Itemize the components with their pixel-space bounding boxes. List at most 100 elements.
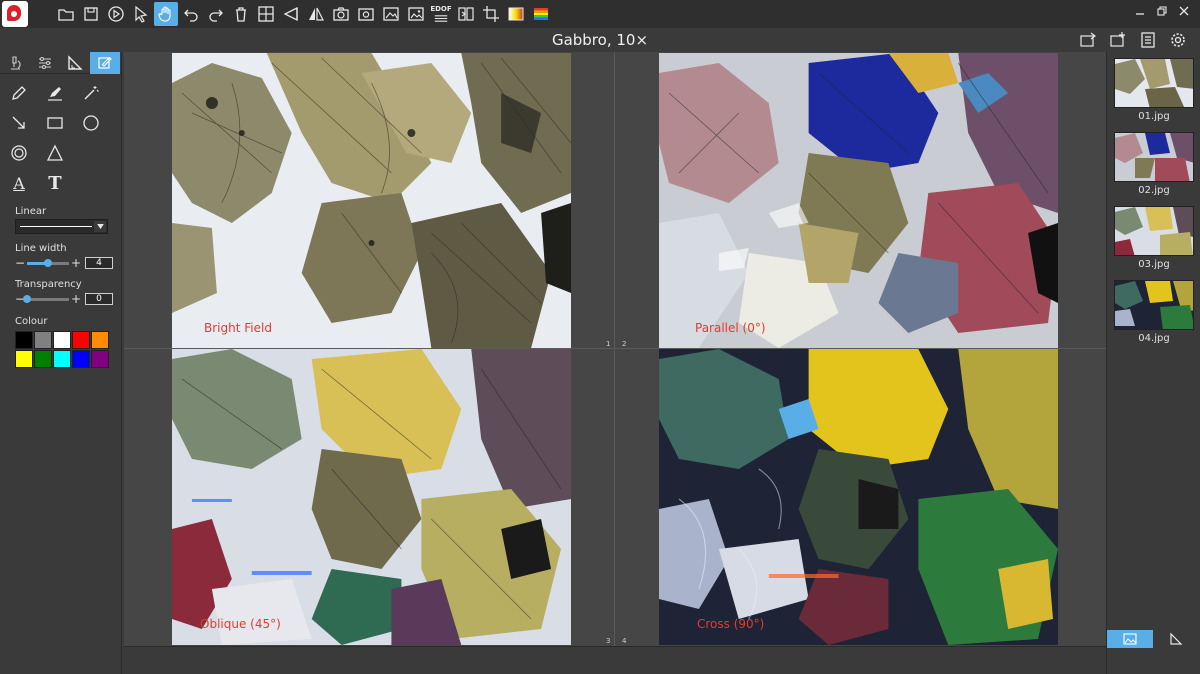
thumbnail-item[interactable]: 02.jpg bbox=[1114, 132, 1194, 196]
play-icon[interactable] bbox=[104, 2, 128, 26]
window-controls bbox=[1132, 4, 1192, 18]
title-actions bbox=[1078, 30, 1188, 50]
redo-icon[interactable] bbox=[204, 2, 228, 26]
line-width-slider[interactable] bbox=[27, 258, 69, 267]
transparency-value[interactable]: 0 bbox=[85, 293, 113, 305]
thumbnail-item[interactable]: 03.jpg bbox=[1114, 206, 1194, 270]
report-icon[interactable] bbox=[1138, 30, 1158, 50]
quadrant-label: Bright Field bbox=[204, 321, 272, 335]
colour-swatch[interactable] bbox=[15, 350, 33, 368]
undo-icon[interactable] bbox=[179, 2, 203, 26]
crop-icon[interactable] bbox=[479, 2, 503, 26]
micrograph-cross bbox=[659, 349, 1058, 645]
micrograph-oblique bbox=[172, 349, 571, 645]
text-tool-icon[interactable]: T bbox=[44, 172, 66, 194]
colour-palette bbox=[15, 331, 109, 368]
underline-text-icon[interactable]: A bbox=[8, 172, 30, 194]
micrograph-bright-field bbox=[172, 53, 571, 348]
drawing-tools: A T bbox=[0, 74, 121, 194]
line-width-knob[interactable] bbox=[44, 258, 52, 267]
rectangle-icon[interactable] bbox=[44, 112, 66, 134]
color-bars-icon[interactable] bbox=[529, 2, 553, 26]
marker-icon[interactable] bbox=[44, 82, 66, 104]
tab-annotate[interactable] bbox=[90, 52, 120, 74]
restore-icon[interactable] bbox=[1154, 4, 1170, 18]
thumbnail-item[interactable]: 04.jpg bbox=[1114, 280, 1194, 344]
tab-microscope[interactable] bbox=[0, 52, 30, 74]
thumbnail-item[interactable]: 01.jpg bbox=[1114, 58, 1194, 122]
colour-swatch[interactable] bbox=[91, 350, 109, 368]
layout-grid-icon[interactable] bbox=[254, 2, 278, 26]
image-viewer[interactable]: Bright Field Parallel (0°) Oblique (45°)… bbox=[124, 52, 1106, 646]
export-image-icon[interactable] bbox=[1078, 30, 1098, 50]
concentric-circle-icon[interactable] bbox=[8, 142, 30, 164]
magic-wand-icon[interactable] bbox=[80, 82, 102, 104]
triangle-icon[interactable] bbox=[44, 142, 66, 164]
colour-swatch[interactable] bbox=[34, 331, 52, 349]
colour-swatch[interactable] bbox=[91, 331, 109, 349]
tab-images[interactable] bbox=[1107, 630, 1153, 648]
colour-swatch[interactable] bbox=[53, 350, 71, 368]
colour-swatch[interactable] bbox=[15, 331, 33, 349]
thumbnail-caption: 04.jpg bbox=[1138, 333, 1170, 344]
settings-gear-icon[interactable] bbox=[1168, 30, 1188, 50]
line-type-select[interactable] bbox=[15, 219, 108, 234]
title-bar: Gabbro, 10× bbox=[0, 28, 1200, 52]
image-capture-icon[interactable] bbox=[379, 2, 403, 26]
transparency-increase[interactable]: + bbox=[71, 293, 81, 305]
white-balance-icon[interactable] bbox=[504, 2, 528, 26]
status-bar bbox=[124, 646, 1106, 674]
colour-label: Colour bbox=[15, 316, 48, 327]
save-image-icon[interactable] bbox=[1108, 30, 1128, 50]
delete-icon[interactable] bbox=[229, 2, 253, 26]
quadrant-oblique[interactable]: Oblique (45°) bbox=[172, 349, 571, 645]
pencil-icon[interactable] bbox=[8, 82, 30, 104]
camera-icon[interactable] bbox=[329, 2, 353, 26]
quadrant-bright-field[interactable]: Bright Field bbox=[172, 53, 571, 348]
underline-text-glyph: A bbox=[13, 173, 25, 193]
quadrant-label: Cross (90°) bbox=[697, 617, 765, 631]
thumbnail-panel: 01.jpg 02.jpg 03.jpg 04.jpg bbox=[1106, 52, 1200, 674]
save-icon[interactable] bbox=[79, 2, 103, 26]
transparency-slider[interactable] bbox=[23, 294, 69, 303]
viewer-divider-horizontal bbox=[124, 348, 1106, 349]
arrow-line-icon[interactable] bbox=[8, 112, 30, 134]
pan-hand-icon[interactable] bbox=[154, 2, 178, 26]
colour-swatch[interactable] bbox=[53, 331, 71, 349]
stitch-icon[interactable] bbox=[454, 2, 478, 26]
quadrant-parallel[interactable]: Parallel (0°) bbox=[659, 53, 1058, 348]
tab-measurements[interactable] bbox=[1153, 630, 1199, 648]
line-width-increase[interactable]: + bbox=[71, 257, 81, 269]
line-width-decrease[interactable]: − bbox=[15, 257, 25, 269]
minimize-icon[interactable] bbox=[1132, 4, 1148, 18]
gallery-icon[interactable] bbox=[404, 2, 428, 26]
thumbnail-image bbox=[1114, 280, 1194, 330]
colour-swatch[interactable] bbox=[34, 350, 52, 368]
edof-icon[interactable]: EDOF bbox=[429, 2, 453, 26]
colour-swatch[interactable] bbox=[72, 331, 90, 349]
line-width-control: − + 4 bbox=[15, 256, 121, 270]
transparency-knob[interactable] bbox=[23, 294, 31, 303]
mirror-icon[interactable] bbox=[304, 2, 328, 26]
main-toolbar: EDOF bbox=[0, 0, 1200, 28]
colour-swatch[interactable] bbox=[72, 350, 90, 368]
line-width-value[interactable]: 4 bbox=[85, 257, 113, 269]
thumbnail-image bbox=[1114, 132, 1194, 182]
quadrant-cross[interactable]: Cross (90°) bbox=[659, 349, 1058, 645]
viewer-divider-vertical bbox=[614, 52, 615, 646]
panel-tabs bbox=[0, 52, 121, 74]
flip-horizontal-icon[interactable] bbox=[279, 2, 303, 26]
select-arrow-icon[interactable] bbox=[129, 2, 153, 26]
tab-adjustments[interactable] bbox=[30, 52, 60, 74]
close-icon[interactable] bbox=[1176, 4, 1192, 18]
line-preview bbox=[20, 226, 92, 227]
line-type-label: Linear bbox=[15, 206, 47, 217]
window-title: Gabbro, 10× bbox=[551, 31, 649, 49]
open-folder-icon[interactable] bbox=[54, 2, 78, 26]
quadrant-label: Oblique (45°) bbox=[200, 617, 281, 631]
annotation-panel: A T Linear Line width − + 4 Transparency… bbox=[0, 52, 122, 674]
quadrant-number: 4 bbox=[622, 637, 627, 645]
circle-icon[interactable] bbox=[80, 112, 102, 134]
tab-measure[interactable] bbox=[60, 52, 90, 74]
snapshot-icon[interactable] bbox=[354, 2, 378, 26]
